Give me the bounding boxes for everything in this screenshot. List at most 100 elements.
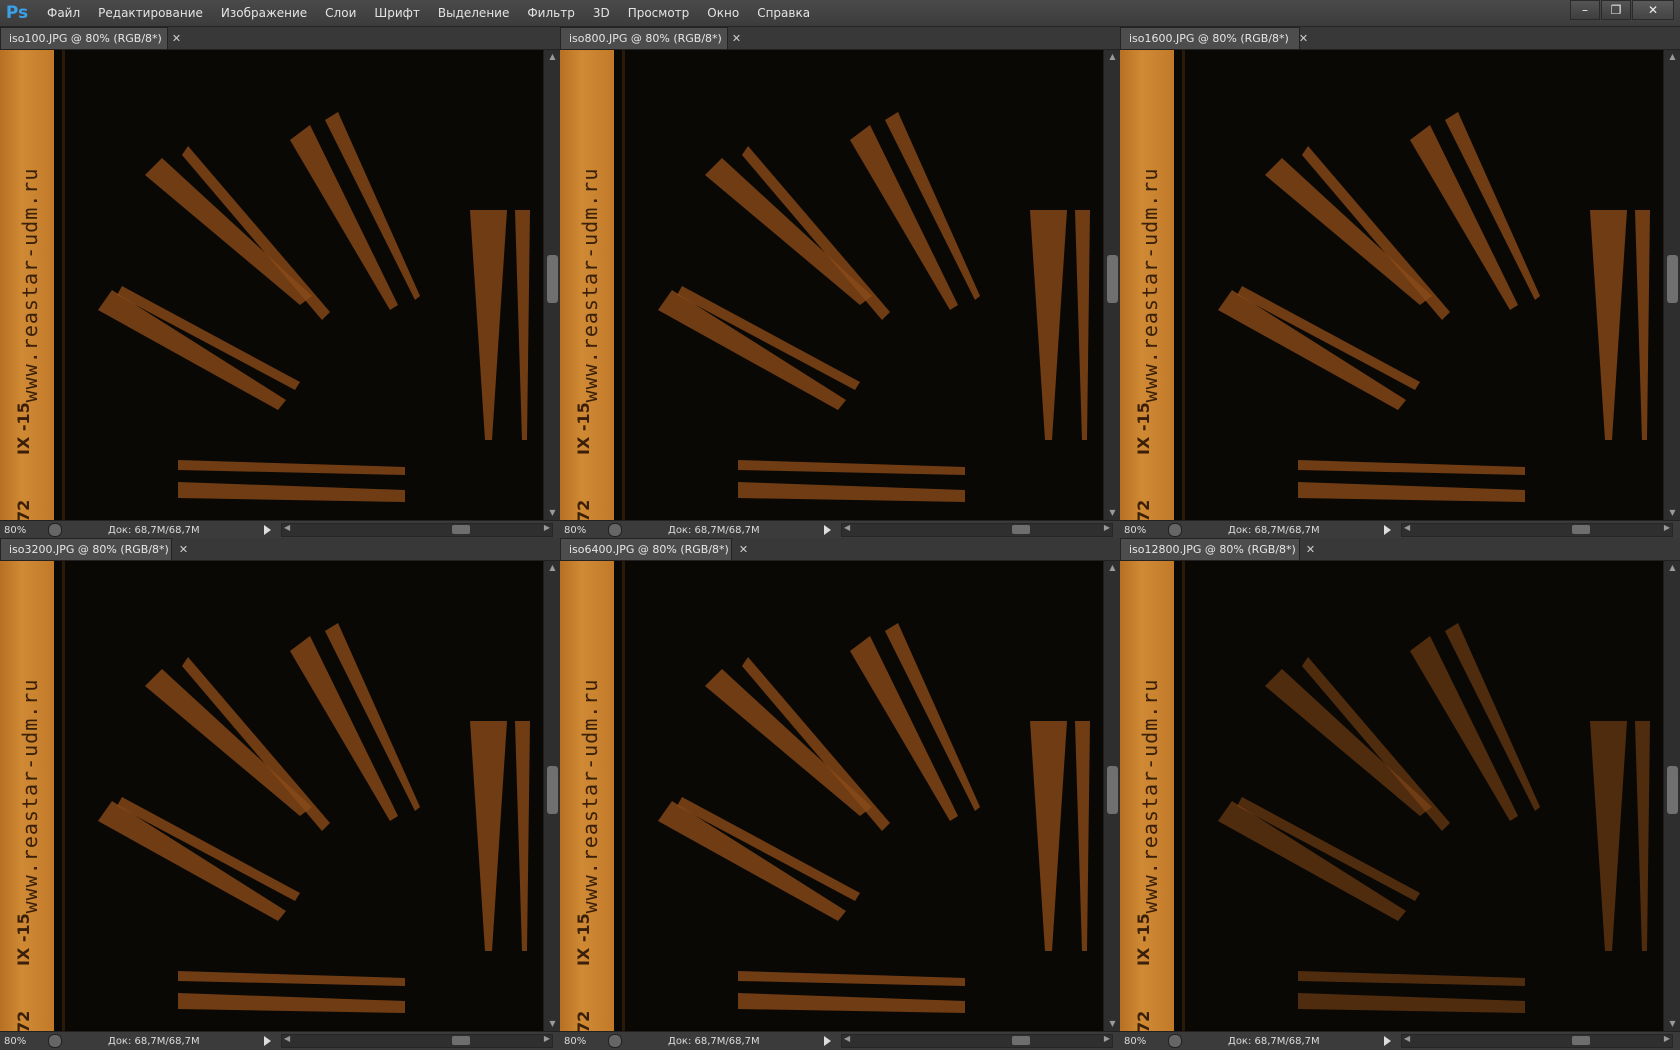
scroll-down-icon[interactable]: ▼ [1104,1017,1120,1031]
horizontal-scrollbar[interactable]: ◀ ▶ [841,1034,1113,1048]
scroll-up-icon[interactable]: ▲ [544,50,560,64]
scroll-down-icon[interactable]: ▼ [1104,506,1120,520]
menu-layers[interactable]: Слои [316,6,365,20]
scroll-thumb[interactable] [547,766,558,814]
scroll-thumb[interactable] [1667,255,1678,303]
scroll-right-icon[interactable]: ▶ [544,1034,550,1043]
scroll-down-icon[interactable]: ▼ [544,1017,560,1031]
scroll-thumb[interactable] [1107,255,1118,303]
scroll-down-icon[interactable]: ▼ [544,506,560,520]
info-icon[interactable] [1168,523,1182,537]
scroll-left-icon[interactable]: ◀ [1404,523,1410,532]
horizontal-scrollbar[interactable]: ◀ ▶ [1401,1034,1673,1048]
image-canvas[interactable]: www.reastar-udm.ru IX -15 72 [560,561,1103,1031]
info-icon[interactable] [48,1034,62,1048]
vertical-scrollbar[interactable]: ▲ ▼ [543,50,560,520]
scroll-right-icon[interactable]: ▶ [1664,1034,1670,1043]
menu-filter[interactable]: Фильтр [518,6,583,20]
scroll-up-icon[interactable]: ▲ [1104,561,1120,575]
scroll-up-icon[interactable]: ▲ [1104,50,1120,64]
vertical-scrollbar[interactable]: ▲ ▼ [1663,561,1680,1031]
tab-close-icon[interactable]: ✕ [732,32,741,45]
document-tab[interactable]: iso6400.JPG @ 80% (RGB/8*) ✕ [560,538,748,560]
info-icon[interactable] [1168,1034,1182,1048]
scroll-right-icon[interactable]: ▶ [1104,1034,1110,1043]
image-canvas[interactable]: www.reastar-udm.ru IX -15 72 [1120,561,1663,1031]
scroll-up-icon[interactable]: ▲ [1664,50,1680,64]
image-canvas[interactable]: www.reastar-udm.ru IX -15 72 [560,50,1103,520]
scroll-up-icon[interactable]: ▲ [1664,561,1680,575]
scroll-down-icon[interactable]: ▼ [1664,1017,1680,1031]
menu-view[interactable]: Просмотр [619,6,699,20]
zoom-level[interactable]: 80% [1120,1036,1168,1047]
scroll-thumb[interactable] [1572,525,1590,534]
scroll-thumb[interactable] [1012,1036,1030,1045]
scroll-thumb[interactable] [1107,766,1118,814]
info-icon[interactable] [48,523,62,537]
scroll-left-icon[interactable]: ◀ [844,523,850,532]
chart-wedge [1590,721,1627,951]
document-tab[interactable]: iso1600.JPG @ 80% (RGB/8*) ✕ [1120,27,1308,49]
menu-help[interactable]: Справка [748,6,819,20]
status-menu-icon[interactable] [1384,525,1391,535]
vertical-scrollbar[interactable]: ▲ ▼ [1103,50,1120,520]
scroll-down-icon[interactable]: ▼ [1664,506,1680,520]
vertical-scrollbar[interactable]: ▲ ▼ [1663,50,1680,520]
horizontal-scrollbar[interactable]: ◀ ▶ [1401,523,1673,537]
scroll-left-icon[interactable]: ◀ [844,1034,850,1043]
zoom-level[interactable]: 80% [560,525,608,536]
scroll-right-icon[interactable]: ▶ [1104,523,1110,532]
status-menu-icon[interactable] [264,525,271,535]
scroll-thumb[interactable] [1572,1036,1590,1045]
scroll-thumb[interactable] [1667,766,1678,814]
info-icon[interactable] [608,523,622,537]
zoom-level[interactable]: 80% [0,525,48,536]
tab-close-icon[interactable]: ✕ [1299,32,1308,45]
scroll-thumb[interactable] [452,525,470,534]
status-menu-icon[interactable] [264,1036,271,1046]
document-tab[interactable]: iso800.JPG @ 80% (RGB/8*) ✕ [560,27,741,49]
horizontal-scrollbar[interactable]: ◀ ▶ [281,523,553,537]
chart-wedge [1218,801,1406,921]
zoom-level[interactable]: 80% [1120,525,1168,536]
document-tab[interactable]: iso100.JPG @ 80% (RGB/8*) ✕ [0,27,181,49]
scroll-thumb[interactable] [1012,525,1030,534]
scroll-thumb[interactable] [547,255,558,303]
minimize-icon[interactable]: – [1570,0,1600,20]
scroll-left-icon[interactable]: ◀ [1404,1034,1410,1043]
image-canvas[interactable]: www.reastar-udm.ru IX -15 72 [0,561,543,1031]
menu-select[interactable]: Выделение [429,6,518,20]
tab-close-icon[interactable]: ✕ [172,32,181,45]
scroll-right-icon[interactable]: ▶ [544,523,550,532]
menu-type[interactable]: Шрифт [365,6,429,20]
document-tab[interactable]: iso12800.JPG @ 80% (RGB/8*) ✕ [1120,538,1315,560]
menu-window[interactable]: Окно [698,6,748,20]
status-menu-icon[interactable] [824,1036,831,1046]
menu-image[interactable]: Изображение [212,6,316,20]
zoom-level[interactable]: 80% [0,1036,48,1047]
horizontal-scrollbar[interactable]: ◀ ▶ [281,1034,553,1048]
scroll-right-icon[interactable]: ▶ [1664,523,1670,532]
document-tab[interactable]: iso3200.JPG @ 80% (RGB/8*) ✕ [0,538,188,560]
vertical-scrollbar[interactable]: ▲ ▼ [543,561,560,1031]
status-menu-icon[interactable] [824,525,831,535]
scroll-thumb[interactable] [452,1036,470,1045]
image-canvas[interactable]: www.reastar-udm.ru IX -15 72 [1120,50,1663,520]
scroll-left-icon[interactable]: ◀ [284,523,290,532]
status-menu-icon[interactable] [1384,1036,1391,1046]
tab-close-icon[interactable]: ✕ [739,543,748,556]
scroll-up-icon[interactable]: ▲ [544,561,560,575]
menu-3d[interactable]: 3D [584,6,619,20]
scroll-left-icon[interactable]: ◀ [284,1034,290,1043]
menu-file[interactable]: Файл [38,6,89,20]
tab-close-icon[interactable]: ✕ [1306,543,1315,556]
close-icon[interactable]: ✕ [1632,0,1674,20]
tab-close-icon[interactable]: ✕ [179,543,188,556]
info-icon[interactable] [608,1034,622,1048]
restore-icon[interactable]: ❐ [1601,0,1631,20]
zoom-level[interactable]: 80% [560,1036,608,1047]
horizontal-scrollbar[interactable]: ◀ ▶ [841,523,1113,537]
menu-edit[interactable]: Редактирование [89,6,212,20]
vertical-scrollbar[interactable]: ▲ ▼ [1103,561,1120,1031]
image-canvas[interactable]: www.reastar-udm.ru IX -15 72 [0,50,543,520]
